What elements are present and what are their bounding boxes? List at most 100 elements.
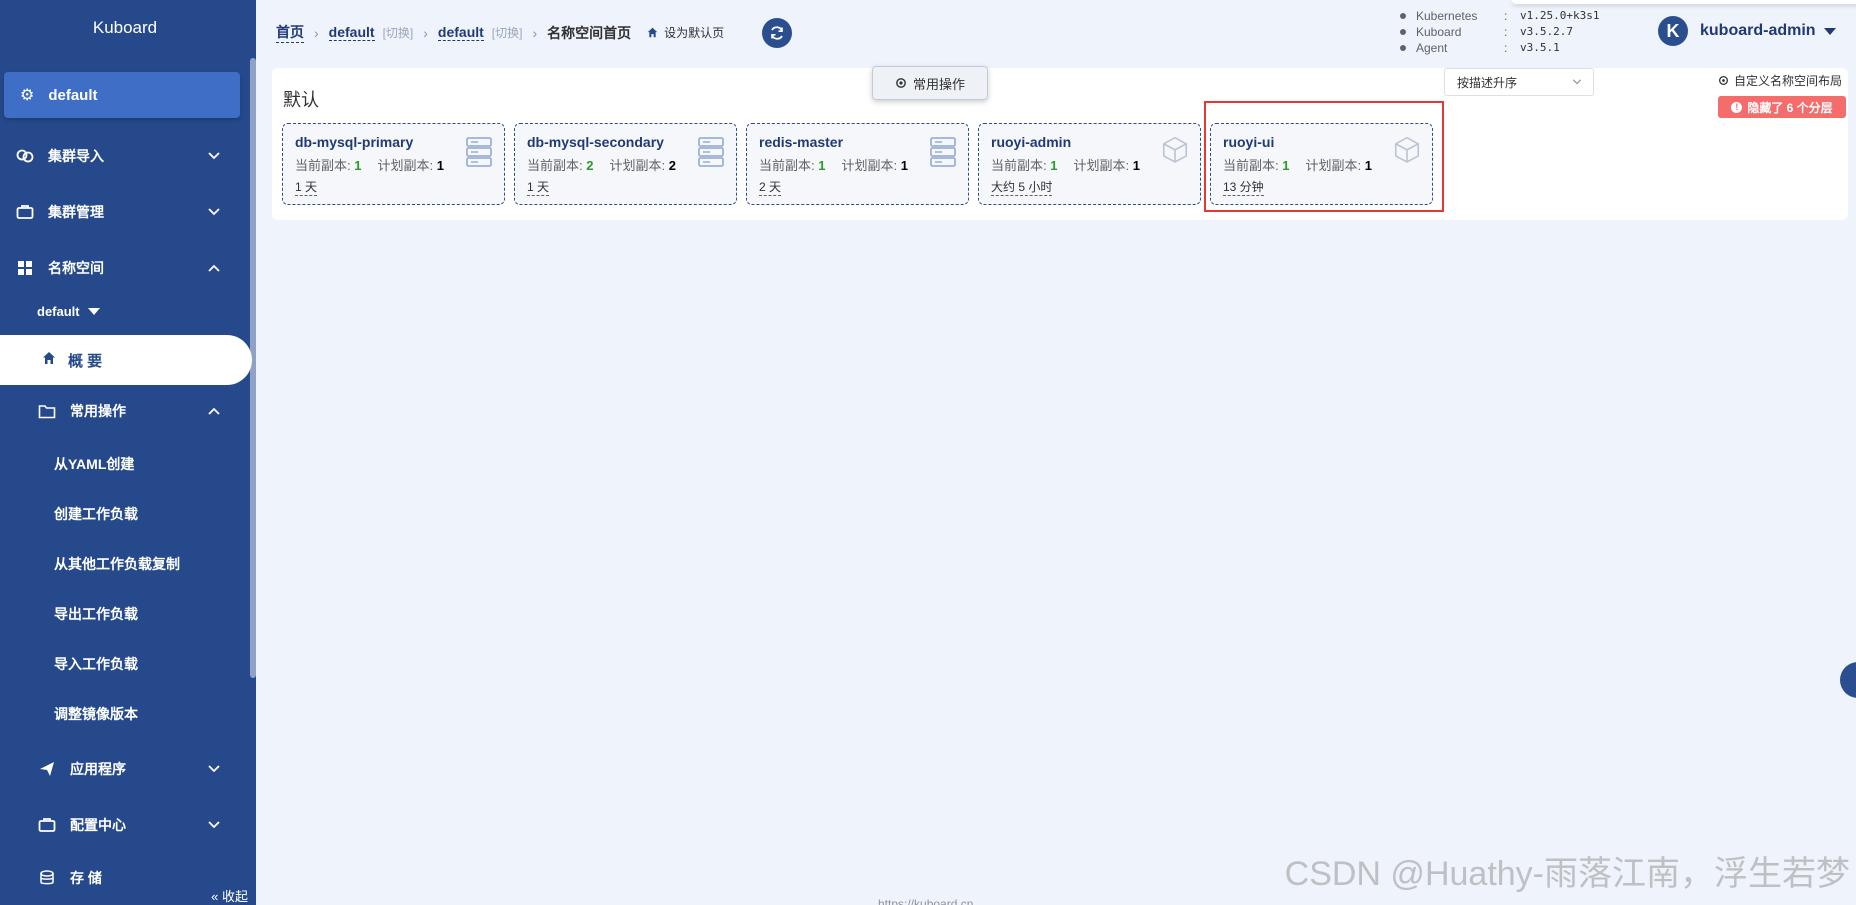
sidebar-subitem-import-workload[interactable]: 导入工作负载 [0,644,248,684]
database-icon [36,870,58,886]
sidebar-item-label: 集群管理 [48,204,104,220]
chevron-down-icon [208,152,220,160]
cube-icon [1162,136,1188,168]
server-icon [466,136,492,168]
sidebar-subitem-copy-workload[interactable]: 从其他工作负载复制 [0,544,248,584]
version-value: v3.5.2.7 [1520,25,1573,38]
header: 首页 › default [切换] › default [切换] › 名称空间首… [256,0,1856,66]
floating-button[interactable] [1840,662,1856,698]
sidebar-item-cluster-manage[interactable]: 集群管理 [0,190,248,234]
layer-title: 默认 [283,90,319,110]
sidebar-item-config[interactable]: 配置中心 [0,803,248,847]
set-default-label: 设为默认页 [664,26,725,40]
sidebar-subitem-adjust-image[interactable]: 调整镜像版本 [0,694,248,734]
sidebar-item-label: 名称空间 [48,260,104,276]
workload-card[interactable]: db-mysql-primary 当前副本: 1 计划副本: 11 天 [282,123,505,205]
hidden-layers-badge[interactable]: ! 隐藏了 6 个分层 [1718,96,1846,118]
sidebar: Kuboard ⚙ default 集群导入 集群管理 名称空间 default… [0,0,256,905]
namespace-label: default [48,86,98,104]
link-icon [14,148,36,164]
sort-select-value: 按描述升序 [1457,75,1518,90]
common-ops-button[interactable]: 常用操作 [872,66,988,100]
replica-current-value: 1 [818,158,826,173]
home-icon [647,27,658,38]
sidebar-subitem-create-workload[interactable]: 创建工作负载 [0,494,248,534]
version-name: Kubernetes [1416,9,1478,23]
switch-namespace-link[interactable]: [切换] [492,24,523,41]
workload-age: 大约 5 小时 [991,180,1053,196]
workload-card[interactable]: ruoyi-admin 当前副本: 1 计划副本: 1 大约 5 小时 [978,123,1201,205]
workload-age: 1 天 [527,180,550,196]
brand-logo[interactable]: Kuboard [0,0,256,56]
sort-select[interactable]: 按描述升序 [1444,68,1594,96]
chevron-right-icon: › [532,24,538,41]
chevron-up-icon [208,407,220,415]
namespace-selector[interactable]: ⚙ default [4,72,240,118]
hidden-badge-label: 隐藏了 6 个分层 [1747,100,1833,115]
replica-current-value: 2 [586,158,594,173]
chevron-right-icon: › [423,24,428,41]
version-row: Kubernetes: v1.25.0+k3s1 [1394,8,1599,24]
sidebar-item-label: 集群导入 [48,148,104,164]
sidebar-scrollbar[interactable] [250,58,256,678]
footer-url[interactable]: https://kuboard.cn [878,897,973,905]
gear-icon: ⚙ [20,87,35,104]
caret-down-icon [87,308,100,315]
sidebar-subitem-export-workload[interactable]: 导出工作负载 [0,594,248,634]
refresh-button[interactable] [762,18,792,48]
version-row: Kuboard: v3.5.2.7 [1394,24,1599,40]
sidebar-item-overview[interactable]: 概 要 [0,335,252,385]
common-ops-label: 常用操作 [912,76,965,92]
namespace-dropdown-label: default [37,304,80,319]
namespace-dropdown[interactable]: default [37,304,100,319]
user-name: kuboard-admin [1700,22,1816,39]
grid-icon [14,260,36,276]
replica-current-label: 当前副本: [991,158,1047,173]
switch-cluster-link[interactable]: [切换] [383,24,414,41]
sidebar-collapse[interactable]: « 收起 [211,886,248,905]
gear-icon [1718,76,1728,85]
user-menu[interactable]: K kuboard-admin [1658,16,1836,46]
home-icon [42,351,56,369]
avatar: K [1658,16,1688,46]
sidebar-item-cluster-import[interactable]: 集群导入 [0,134,248,178]
chevron-down-icon [208,765,220,773]
workload-age: 2 天 [759,180,782,196]
sidebar-item-common-ops[interactable]: 常用操作 [0,389,248,433]
set-default-button[interactable]: 设为默认页 [647,24,724,41]
version-name: Kuboard [1416,25,1462,39]
replica-current-label: 当前副本: [527,158,583,173]
version-value: v1.25.0+k3s1 [1520,9,1600,22]
workload-card[interactable]: db-mysql-secondary 当前副本: 2 计划副本: 21 天 [514,123,737,205]
replica-current-label: 当前副本: [759,158,815,173]
workload-card[interactable]: redis-master 当前副本: 1 计划副本: 12 天 [746,123,969,205]
breadcrumb: 首页 › default [切换] › default [切换] › 名称空间首… [276,22,724,43]
workload-age: 1 天 [295,180,318,196]
briefcase-icon [36,817,58,833]
sidebar-item-namespace[interactable]: 名称空间 [0,246,248,290]
alert-icon: ! [1731,101,1743,113]
breadcrumb-home[interactable]: 首页 [276,22,304,43]
server-icon [930,136,956,168]
breadcrumb-cluster[interactable]: default [328,24,375,41]
version-info: Kubernetes: v1.25.0+k3s1 Kuboard: v3.5.2.7… [1394,8,1599,56]
chevron-right-icon: › [314,24,319,41]
chevron-down-icon [208,821,220,829]
custom-layout-link[interactable]: 自定义名称空间布局 [1718,72,1842,89]
replica-plan-value: 1 [436,158,444,173]
custom-layout-label: 自定义名称空间布局 [1733,74,1842,88]
chevron-up-icon [208,264,220,272]
version-row: Agent: v3.5.1 [1394,40,1599,56]
highlight-box [1204,101,1444,212]
chevron-down-icon [208,208,220,216]
sidebar-item-apps[interactable]: 应用程序 [0,747,248,791]
breadcrumb-namespace[interactable]: default [437,24,484,41]
replica-current-value: 1 [1050,158,1058,173]
replica-plan-value: 1 [1132,158,1140,173]
server-icon [698,136,724,168]
breadcrumb-current: 名称空间首页 [547,24,632,41]
sidebar-subitem-yaml-create[interactable]: 从YAML创建 [0,444,248,484]
replica-plan-value: 1 [900,158,908,173]
sidebar-item-label: 概 要 [68,352,103,370]
refresh-icon [771,26,783,40]
